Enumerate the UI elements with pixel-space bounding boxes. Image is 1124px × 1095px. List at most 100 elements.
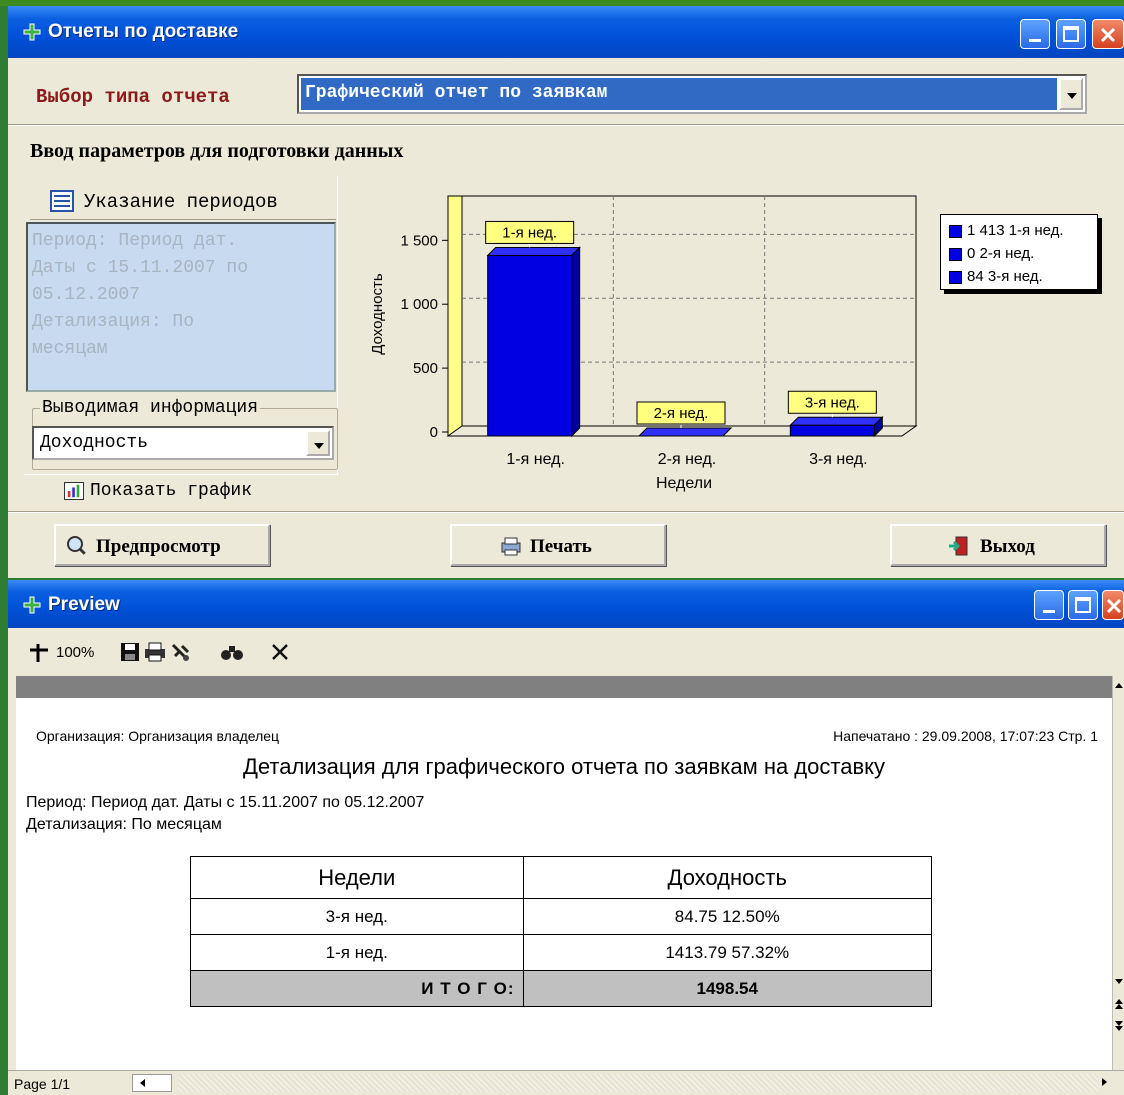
exit-button-label: Выход	[980, 536, 1035, 557]
preview-button-label: Предпросмотр	[96, 536, 221, 557]
report-title: Детализация для графического отчета по з…	[242, 754, 886, 779]
maximize-button[interactable]	[1068, 590, 1098, 620]
legend-swatch	[949, 248, 962, 261]
page-indicator: Page 1/1	[14, 1076, 71, 1092]
output-select[interactable]: Доходность	[32, 426, 334, 460]
table-row: 3-я нед. 84.75 12.50%	[190, 898, 932, 935]
total-row: И Т О Г О: 1498.54	[190, 970, 932, 1007]
y-axis-title: Доходность	[369, 273, 386, 355]
page-down-icon[interactable]	[1114, 1020, 1124, 1032]
bar	[487, 254, 573, 437]
zoom-icon[interactable]	[28, 642, 50, 664]
horizontal-scrollbar[interactable]	[132, 1074, 172, 1092]
app-icon	[23, 23, 41, 41]
preview-button[interactable]: Предпросмотр	[54, 524, 270, 566]
legend-swatch	[949, 271, 962, 284]
report-page: Организация: Организация владелец Напеча…	[16, 698, 1112, 1070]
total-label: И Т О Г О:	[190, 970, 524, 1007]
y-tick-label: 500	[413, 360, 438, 377]
revenue-cell: 84.75 12.50%	[522, 898, 932, 935]
window-title: Preview	[48, 594, 120, 615]
minimize-button[interactable]	[1020, 19, 1050, 49]
title-bar[interactable]: Preview	[8, 580, 1124, 628]
period-line: 05.12.2007	[32, 285, 141, 305]
output-group-label: Выводимая информация	[40, 398, 261, 418]
scroll-up-icon[interactable]	[1114, 680, 1124, 690]
week-cell: 3-я нед.	[190, 898, 524, 935]
bar-top	[789, 416, 884, 426]
zoom-level[interactable]: 100%	[56, 644, 94, 661]
status-bar: Page 1/1	[8, 1070, 1124, 1095]
chart-icon	[64, 482, 84, 500]
periods-button-label: Указание периодов	[84, 191, 278, 213]
find-icon[interactable]	[220, 642, 244, 662]
y-axis: 0 500 1 000 1 500	[400, 232, 448, 441]
total-value: 1498.54	[522, 970, 932, 1007]
x-tick-label: 2-я нед.	[658, 451, 717, 468]
legend-label: 84 3-я нед.	[967, 268, 1043, 285]
bar-label: 1-я нед.	[502, 224, 557, 241]
scroll-down-icon[interactable]	[1114, 976, 1124, 986]
column-header: Доходность	[522, 856, 932, 899]
vertical-scrollbar[interactable]	[1112, 676, 1124, 1070]
bar	[789, 424, 875, 437]
period-line: Период: Период дат.	[32, 231, 238, 251]
close-button[interactable]	[1102, 590, 1124, 620]
maximize-button[interactable]	[1056, 19, 1086, 49]
chevron-down-icon[interactable]	[306, 430, 330, 456]
close-button[interactable]	[1092, 19, 1124, 49]
revenue-cell: 1413.79 57.32%	[522, 934, 932, 971]
close-preview-icon[interactable]	[270, 642, 290, 662]
list-icon	[50, 190, 74, 212]
bar-top	[637, 427, 733, 437]
show-chart-tab[interactable]: Показать график	[24, 474, 338, 506]
chart-left-wall	[447, 195, 463, 437]
chart-legend: 1 413 1-я нед. 0 2-я нед. 84 3-я нед.	[940, 214, 1098, 290]
period-line: месяцам	[32, 339, 108, 359]
exit-door-icon	[949, 536, 968, 556]
report-type-label: Выбор типа отчета	[36, 86, 230, 108]
organization-line: Организация: Организация владелец	[36, 728, 280, 744]
print-button-label: Печать	[530, 536, 592, 557]
report-table: Недели Доходность 3-я нед. 84.75 12.50% …	[190, 856, 932, 1007]
preview-toolbar: 100%	[8, 628, 1124, 678]
bar-top	[486, 246, 581, 256]
period-line: Даты с 15.11.2007 по	[32, 258, 249, 278]
magnifier-icon	[67, 536, 88, 557]
y-tick-label: 1 000	[400, 296, 438, 313]
printed-line: Напечатано : 29.09.2008, 17:07:23 Стр. 1	[833, 728, 1098, 744]
title-bar[interactable]: Отчеты по доставке	[8, 6, 1124, 58]
x-axis: 1-я нед. 2-я нед. 3-я нед.	[506, 451, 867, 468]
page-setup-icon[interactable]	[170, 642, 192, 664]
print-button[interactable]: Печать	[450, 524, 666, 566]
y-tick-label: 1 500	[400, 232, 438, 249]
scroll-right-icon[interactable]	[1100, 1077, 1110, 1087]
print-icon[interactable]	[144, 642, 166, 662]
bar-label: 3-я нед.	[805, 394, 860, 411]
minimize-button[interactable]	[1034, 590, 1064, 620]
save-icon[interactable]	[120, 642, 140, 662]
scroll-left-icon[interactable]	[137, 1078, 147, 1088]
params-title: Ввод параметров для подготовки данных	[30, 140, 404, 162]
reports-window: Отчеты по доставке Выбор типа отчета Гра…	[8, 6, 1124, 578]
x-tick-label: 1-я нед.	[506, 451, 565, 468]
page-margin-bar	[16, 676, 1112, 698]
exit-button[interactable]: Выход	[890, 524, 1106, 566]
divider	[8, 124, 1124, 126]
report-type-select[interactable]: Графический отчет по заявкам	[297, 74, 1087, 114]
printer-icon	[501, 537, 521, 556]
output-value: Доходность	[40, 433, 149, 453]
periods-button[interactable]: Указание периодов	[30, 184, 336, 220]
column-header: Недели	[190, 856, 524, 899]
report-detail: Детализация: По месяцам	[26, 816, 222, 833]
y-tick-label: 0	[430, 424, 438, 441]
legend-swatch	[949, 225, 962, 238]
report-period: Период: Период дат. Даты с 15.11.2007 по…	[26, 794, 425, 811]
page-up-icon[interactable]	[1114, 998, 1124, 1010]
legend-label: 0 2-я нед.	[967, 245, 1035, 262]
legend-label: 1 413 1-я нед.	[967, 222, 1064, 239]
chevron-down-icon[interactable]	[1059, 78, 1083, 110]
scroll-track[interactable]	[178, 1074, 1098, 1092]
report-type-value: Графический отчет по заявкам	[301, 78, 1057, 110]
app-icon	[23, 596, 41, 614]
